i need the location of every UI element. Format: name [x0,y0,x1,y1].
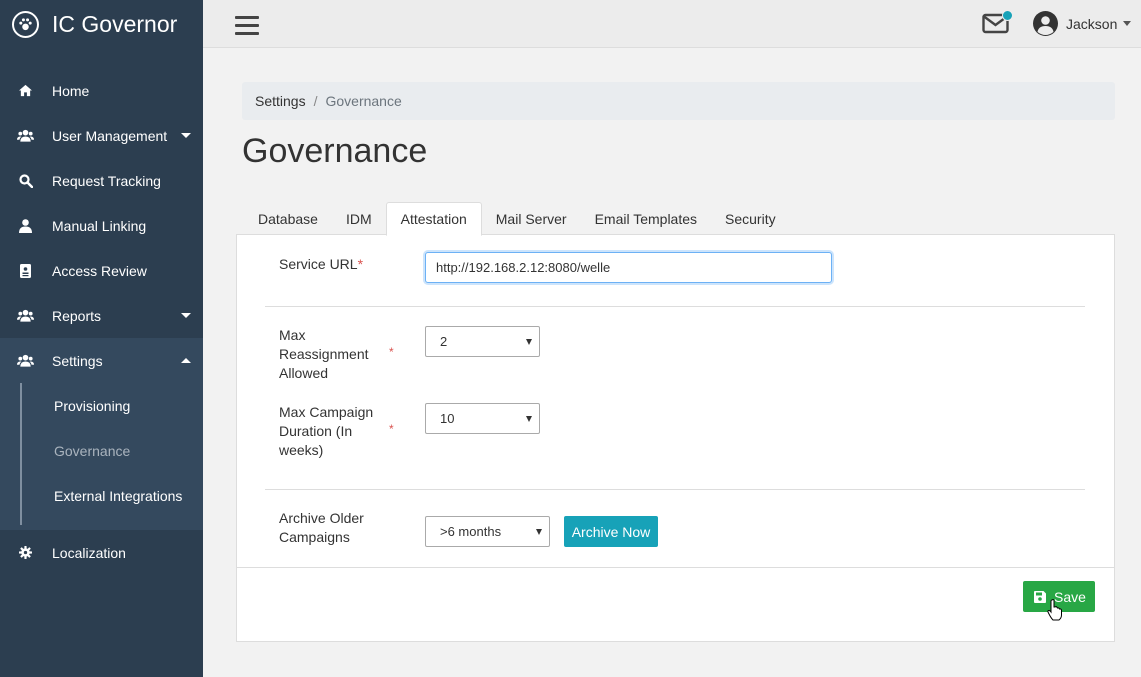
sidebar: IC Governor Home User Management Request… [0,0,203,677]
user-icon [17,217,34,234]
avatar-icon [1033,11,1058,36]
sidebar-item-label: Localization [52,544,126,561]
users-icon [17,307,34,324]
breadcrumb-separator: / [313,93,318,109]
max-reassignment-select[interactable]: 2 [425,326,540,357]
max-reassignment-label: Max Reassignment Allowed [279,327,369,381]
id-card-icon [17,262,34,279]
home-icon [17,82,34,99]
divider [265,489,1085,490]
max-campaign-duration-label: Max Campaign Duration (In weeks) [279,404,374,458]
sidebar-subitem-governance[interactable]: Governance [0,428,203,473]
archive-label: Archive Older Campaigns [279,510,364,545]
subnav-line [20,383,22,525]
sidebar-subitem-external-integrations[interactable]: External Integrations [0,473,203,518]
sidebar-item-label: Access Review [52,262,147,279]
sidebar-item-label: Reports [52,307,102,324]
sidebar-subitem-provisioning[interactable]: Provisioning [0,383,203,428]
tab-security[interactable]: Security [711,202,790,235]
required-marker: * [357,256,364,272]
dropdown-arrow-icon [536,529,542,535]
users-icon [17,352,34,369]
sidebar-item-label: Settings [52,352,103,369]
tab-idm[interactable]: IDM [332,202,386,235]
top-bar: Jackson [203,0,1141,48]
hand-cursor-icon [1047,599,1063,624]
breadcrumb: Settings / Governance [242,82,1115,120]
brand[interactable]: IC Governor [0,0,203,48]
mail-icon[interactable] [982,10,1013,34]
sidebar-item-request-tracking[interactable]: Request Tracking [0,158,203,203]
sidebar-item-user-management[interactable]: User Management [0,113,203,158]
tab-database[interactable]: Database [244,202,332,235]
service-url-value: http://192.168.2.12:8080/welle [436,260,611,275]
users-icon [17,127,34,144]
notification-dot [1002,10,1013,21]
archive-period-select[interactable]: >6 months [425,516,550,547]
chevron-down-icon [1123,21,1132,26]
settings-subnav: Provisioning Governance External Integra… [0,383,203,530]
service-url-label: Service URL* [279,256,364,272]
service-url-input[interactable]: http://192.168.2.12:8080/welle [425,252,832,283]
archive-now-button[interactable]: Archive Now [564,516,658,547]
panel-footer-divider [237,567,1114,568]
sidebar-item-label: Home [52,82,90,99]
attestation-panel: Service URL* http://192.168.2.12:8080/we… [236,234,1115,642]
user-name: Jackson [1066,15,1118,32]
sidebar-nav: Home User Management Request Tracking Ma… [0,68,203,575]
floppy-disk-icon [1034,590,1046,603]
sidebar-item-localization[interactable]: Localization [0,530,203,575]
breadcrumb-current: Governance [325,93,402,109]
tab-email-templates[interactable]: Email Templates [581,202,711,235]
page-title: Governance [242,132,428,170]
required-marker: * [389,345,394,359]
tab-mail-server[interactable]: Mail Server [482,202,581,235]
sidebar-item-label: Manual Linking [52,217,147,234]
sidebar-item-home[interactable]: Home [0,68,203,113]
chevron-down-icon [181,133,191,138]
paw-icon [12,10,39,38]
search-icon [17,172,34,189]
tab-attestation[interactable]: Attestation [385,202,482,236]
sidebar-item-reports[interactable]: Reports [0,293,203,338]
hamburger-menu-icon[interactable] [235,16,259,36]
breadcrumb-settings[interactable]: Settings [255,93,306,109]
sidebar-item-manual-linking[interactable]: Manual Linking [0,203,203,248]
sidebar-item-label: Request Tracking [52,172,161,189]
sidebar-item-settings[interactable]: Settings [0,338,203,383]
gear-icon [17,544,34,561]
tab-bar: Database IDM Attestation Mail Server Ema… [244,202,790,236]
chevron-down-icon [181,313,191,318]
required-marker: * [389,422,394,436]
sidebar-item-access-review[interactable]: Access Review [0,248,203,293]
chevron-up-icon [181,358,191,363]
user-menu[interactable]: Jackson [1033,11,1132,36]
brand-title: IC Governor [52,10,178,37]
sidebar-item-label: User Management [52,127,168,144]
dropdown-arrow-icon [526,339,532,345]
settings-group: Settings Provisioning Governance Externa… [0,338,203,530]
dropdown-arrow-icon [526,416,532,422]
max-campaign-duration-select[interactable]: 10 [425,403,540,434]
divider [265,306,1085,307]
